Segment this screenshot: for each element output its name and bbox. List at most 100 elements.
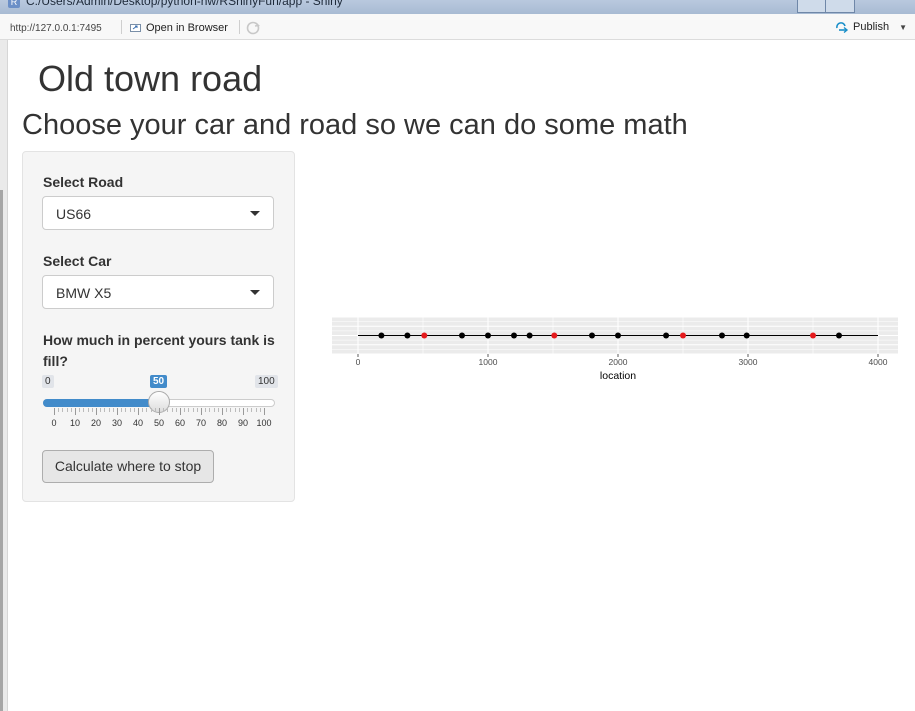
window-titlebar: R C:/Users/Admin/Desktop/python-hw/RShin… [0, 0, 915, 14]
slider-minor-tick [108, 408, 110, 412]
open-browser-icon [130, 24, 141, 32]
data-point [378, 332, 385, 339]
slider-fill [43, 399, 159, 407]
slider-tick-label: 30 [111, 418, 123, 428]
rstudio-icon: R [8, 0, 20, 8]
chevron-down-icon [250, 211, 260, 216]
slider-minor-tick [217, 408, 219, 412]
slider-major-tick [243, 408, 244, 415]
slider-minor-tick [104, 408, 106, 412]
slider-minor-tick [154, 408, 156, 412]
chevron-down-icon: ▼ [899, 22, 907, 32]
slider-minor-tick [247, 408, 249, 412]
slider-minor-tick [129, 408, 131, 412]
slider-major-tick [138, 408, 139, 415]
slider-minor-tick [62, 408, 64, 412]
data-point [404, 332, 411, 339]
slider-minor-tick [142, 408, 144, 412]
window-controls[interactable] [797, 0, 855, 13]
data-point [459, 332, 465, 339]
publish-icon [836, 21, 849, 33]
slider-minor-tick [83, 408, 85, 412]
slider-minor-tick [238, 408, 240, 412]
slider-minor-tick [146, 408, 148, 412]
slider-minor-tick [205, 408, 207, 412]
location-chart: 0 1000 2000 3000 4000 location [332, 316, 898, 382]
slider-minor-tick [100, 408, 102, 412]
slider-minor-tick [234, 408, 236, 412]
slider-major-tick [159, 408, 160, 415]
slider-tick-label: 80 [216, 418, 228, 428]
slider-minor-tick [87, 408, 89, 412]
data-point [743, 332, 750, 339]
data-point [526, 332, 533, 339]
open-in-browser-label: Open in Browser [146, 22, 228, 34]
slider-minor-tick [188, 408, 190, 412]
sidebar-panel: Select Road US66 Select Car BMW X5 How m… [22, 151, 295, 502]
x-tick-label: 3000 [739, 357, 758, 367]
slider-minor-tick [70, 408, 72, 412]
page-subtitle: Choose your car and road so we can do so… [22, 109, 688, 141]
data-point [615, 332, 621, 339]
tank-slider-label: How much in percent yours tank is fill? [43, 332, 275, 369]
slider-major-tick [180, 408, 181, 415]
slider-tick-label: 40 [132, 418, 144, 428]
slider-tick-label: 60 [174, 418, 186, 428]
slider-major-tick [264, 408, 265, 415]
window-title: C:/Users/Admin/Desktop/python-hw/RShinyF… [26, 0, 343, 8]
slider-minor-tick [251, 408, 253, 412]
slider-major-tick [222, 408, 223, 415]
viewer-toolbar: http://127.0.0.1:7495 Open in Browser Pu… [0, 14, 915, 40]
data-point [511, 332, 517, 339]
slider-major-tick [75, 408, 76, 415]
slider-minor-tick [91, 408, 93, 412]
stop-point [551, 332, 558, 339]
x-tick-label: 4000 [869, 357, 888, 367]
slider-min-label: 0 [42, 375, 54, 388]
publish-button[interactable]: Publish ▼ [835, 21, 907, 33]
chevron-down-icon [250, 290, 260, 295]
toolbar-separator [121, 20, 122, 34]
calculate-button[interactable]: Calculate where to stop [42, 450, 214, 483]
data-point [485, 332, 491, 339]
car-select[interactable]: BMW X5 [42, 275, 274, 309]
slider-minor-tick [125, 408, 127, 412]
slider-minor-tick [196, 408, 198, 412]
slider-major-tick [117, 408, 118, 415]
slider-tick-label: 70 [195, 418, 207, 428]
stop-point [680, 332, 686, 339]
slider-tick-label: 0 [51, 418, 57, 428]
car-select-label: Select Car [43, 253, 112, 269]
slider-minor-tick [213, 408, 215, 412]
left-scroll-strip [0, 40, 8, 711]
slider-value-label: 50 [150, 375, 168, 388]
slider-major-tick [96, 408, 97, 415]
page-title: Old town road [38, 58, 263, 99]
x-tick-label: 1000 [479, 357, 498, 367]
refresh-icon[interactable] [245, 20, 261, 36]
slider-minor-tick [255, 408, 257, 412]
car-select-value: BMW X5 [56, 285, 112, 301]
road-select-value: US66 [56, 206, 92, 222]
data-point [836, 332, 842, 339]
slider-minor-tick [150, 408, 152, 412]
data-point [589, 332, 595, 339]
data-point [719, 332, 725, 339]
stop-point [810, 332, 816, 339]
slider-major-tick [201, 408, 202, 415]
slider-minor-tick [226, 408, 228, 412]
slider-tick-label: 100 [256, 418, 272, 428]
slider-major-tick [54, 408, 55, 415]
publish-label: Publish [853, 21, 890, 33]
toolbar-separator [239, 20, 240, 34]
x-tick-label: 2000 [609, 357, 628, 367]
road-select[interactable]: US66 [42, 196, 274, 230]
slider-minor-tick [112, 408, 114, 412]
open-in-browser-button[interactable]: Open in Browser [130, 21, 228, 35]
slider-minor-tick [175, 408, 177, 412]
data-point [663, 332, 670, 339]
slider-minor-tick [230, 408, 232, 412]
slider-tick-label: 10 [69, 418, 81, 428]
slider-minor-tick [171, 408, 173, 412]
url-display: http://127.0.0.1:7495 [10, 23, 102, 34]
